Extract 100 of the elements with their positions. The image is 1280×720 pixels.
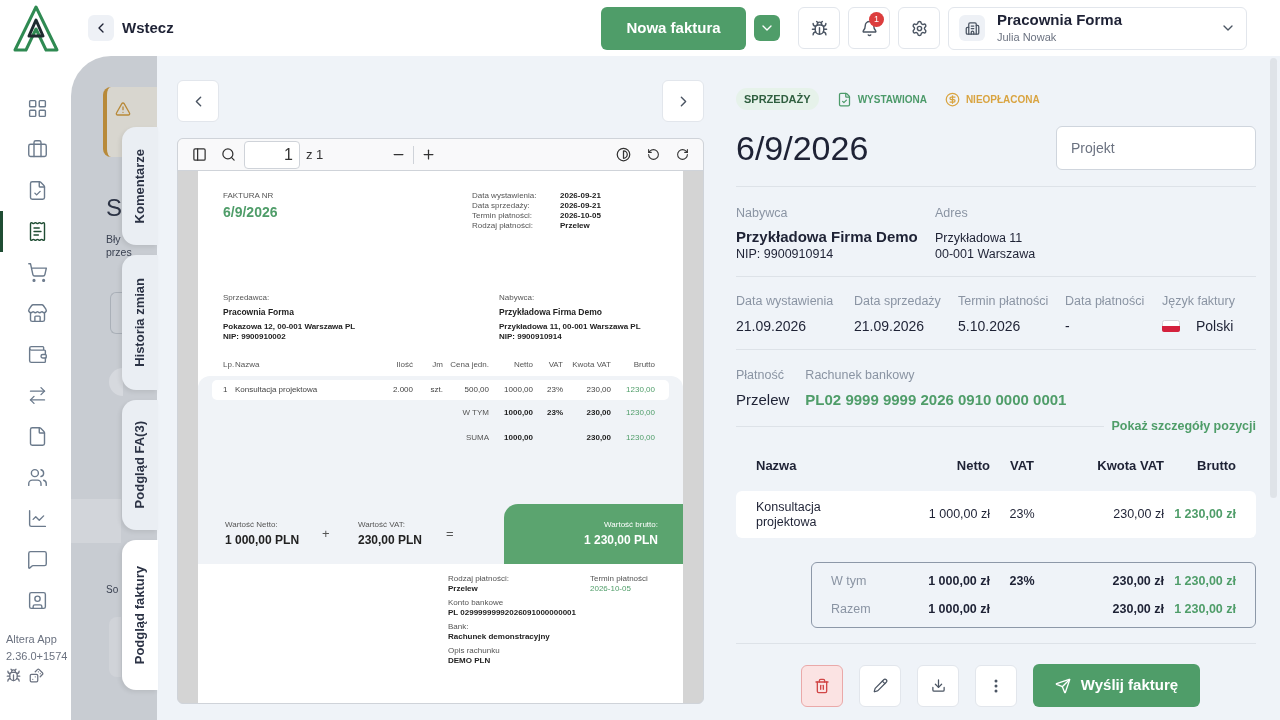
app-name: Altera App: [6, 632, 58, 647]
contrast-icon[interactable]: [616, 147, 631, 162]
payment-label: Rodzaj płatności:: [448, 574, 510, 584]
company-selector[interactable]: Pracownia Forma Julia Nowak: [948, 6, 1247, 50]
summary-value: 1000,00: [503, 406, 533, 419]
field-label: Rachunek bankowy: [805, 367, 916, 383]
users-icon: [26, 467, 48, 488]
summary-value: 230,00: [585, 406, 611, 419]
download-button[interactable]: [917, 664, 959, 707]
item-cell-text: 1 000,00 zł: [927, 506, 990, 524]
rotate-right-icon[interactable]: [676, 148, 689, 161]
field-value: 21.09.2026: [736, 317, 808, 335]
doc-number: 6/9/2026: [223, 203, 278, 221]
buyer-nip: NIP: 9900910914: [736, 246, 835, 262]
search-icon[interactable]: [221, 147, 236, 162]
field-label: Adres: [935, 205, 969, 221]
dice-icon[interactable]: [29, 668, 44, 683]
zoom-in-icon[interactable]: [421, 147, 437, 162]
field-value: -: [1065, 317, 1071, 335]
rotate-left-icon[interactable]: [647, 148, 660, 161]
field-label: Data płatności: [1065, 293, 1146, 309]
field-value: 5.10.2026: [958, 317, 1022, 335]
summary-value: 23%: [1008, 572, 1036, 590]
payment-value: 2026-10-05: [590, 584, 632, 594]
dropdown-button[interactable]: [754, 15, 780, 41]
side-tab[interactable]: Historia zmian: [122, 255, 158, 390]
payment-value: DEMO PLN: [448, 656, 492, 666]
bug-icon[interactable]: [6, 668, 21, 683]
download-icon: [930, 678, 946, 693]
party-label: Sprzedawca:: [223, 293, 271, 303]
summary-label: Razem: [831, 600, 872, 618]
field-label: Data wystawienia: [736, 293, 835, 309]
summary-label: SUMA: [464, 431, 489, 444]
send-icon: [1054, 677, 1071, 694]
item-cell-text: 1 230,00 zł: [1173, 506, 1236, 524]
item-cell-text: 230,00 zł: [1112, 506, 1164, 524]
summary-value: 1230,00: [625, 431, 655, 444]
summary-label: W tym: [831, 572, 868, 590]
project-field[interactable]: Projekt: [1056, 126, 1256, 170]
debug-button[interactable]: [798, 7, 840, 49]
user-card-icon: [26, 590, 48, 611]
notifications-button[interactable]: 1: [848, 7, 890, 49]
user-name: Julia Nowak: [997, 29, 1058, 45]
payment-value: Rachunek demonstracyjny: [448, 632, 551, 642]
invoice-number: 6/9/2026: [736, 128, 869, 168]
payment-label: Termin płatności: [590, 574, 648, 584]
company-name: Pracownia Forma: [997, 10, 1124, 29]
sidebar-toggle-icon[interactable]: [192, 147, 207, 162]
column-header: Ilość: [395, 359, 413, 371]
payment-label: Opis rachunku: [448, 646, 501, 656]
background-card: [109, 617, 121, 677]
payment-label: Konto bankowe: [448, 598, 505, 608]
page-number-field[interactable]: 1: [244, 140, 300, 169]
background-control: [109, 368, 123, 396]
flag-icon: [1162, 320, 1180, 332]
item-cell-text: Konsultacja projektowa: [235, 384, 319, 396]
column-header: Brutto: [632, 359, 655, 371]
chat-icon: [26, 549, 48, 570]
item-cell-text: 1: [223, 384, 229, 396]
edit-button[interactable]: [859, 664, 901, 707]
summary-value: 1000,00: [503, 431, 533, 444]
item-cell-text: 23%: [1008, 506, 1036, 524]
delete-button[interactable]: [801, 664, 843, 707]
column-header: Netto: [512, 359, 533, 371]
settings-button[interactable]: [898, 7, 940, 49]
briefcase-icon: [26, 139, 48, 160]
payment-value: Przelew: [448, 584, 479, 594]
meta-label: Termin płatności:: [472, 211, 534, 221]
summary-value: 1 230,00 zł: [1173, 572, 1236, 590]
field-value: Przelew: [736, 391, 790, 409]
column-header: Netto: [955, 458, 990, 474]
party-address: Pokazowa 12, 00-001 Warszawa PL: [223, 322, 357, 332]
doc-label: FAKTURA NR: [223, 191, 275, 201]
item-cell-text: 230,00: [585, 384, 611, 396]
summary-label: W TYM: [461, 406, 489, 419]
column-header: Nazwa: [235, 359, 261, 371]
party-nip: NIP: 9900910002: [223, 332, 287, 342]
party-label: Nabywca:: [499, 293, 536, 303]
side-tab[interactable]: Podgląd faktury: [122, 540, 158, 690]
party-nip: NIP: 9900910914: [499, 332, 563, 342]
item-cell-text: 500,00: [463, 384, 489, 396]
status-label: NIEOPŁACONA: [965, 92, 1040, 107]
more-icon: [994, 678, 998, 693]
party-name: Przykładowa Firma Demo: [499, 307, 603, 318]
side-tab[interactable]: Komentarze: [122, 127, 158, 245]
item-cell-text: 23%: [546, 384, 563, 396]
back-button[interactable]: Wstecz: [88, 15, 174, 41]
column-header: VAT: [1008, 458, 1036, 474]
payment-label: Bank:: [448, 622, 470, 632]
item-cell-text: szt.: [429, 384, 443, 396]
meta-value: 2026-09-21: [560, 191, 602, 201]
side-tab[interactable]: Podgląd FA(3): [122, 400, 158, 530]
buyer-name: Przykładowa Firma Demo: [736, 228, 919, 246]
warning-icon: [115, 101, 131, 117]
summary-value: 230,00 zł: [1111, 572, 1164, 590]
plus-sign: +: [322, 525, 331, 544]
logo: [11, 4, 60, 52]
meta-label: Rodzaj płatności:: [472, 221, 534, 231]
total-value: 1 000,00 PLN: [225, 532, 301, 549]
bank-account: PL02 9999 9999 2026 0910 0000 0001: [805, 391, 1067, 409]
